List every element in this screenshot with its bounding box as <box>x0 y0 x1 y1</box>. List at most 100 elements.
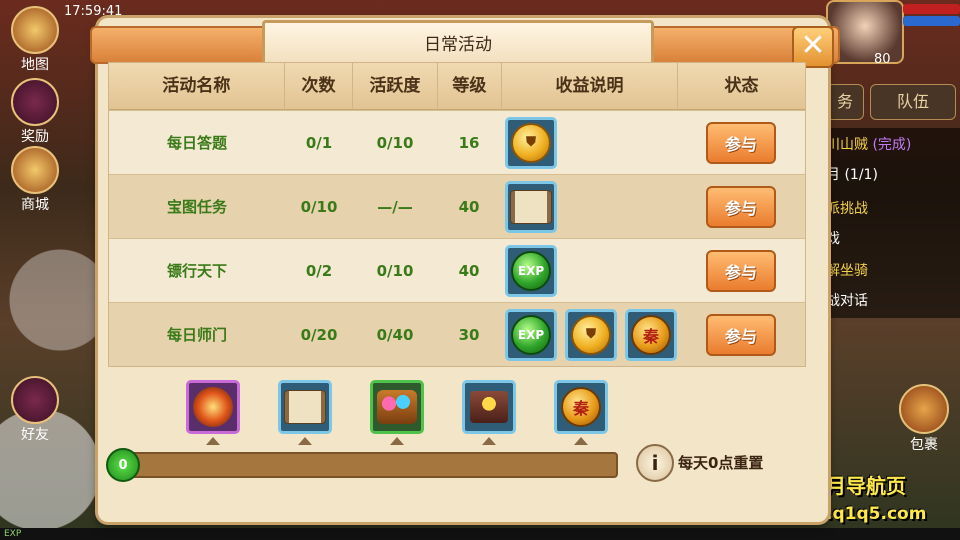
tab-tasks[interactable]: 务 <box>826 84 864 120</box>
status-cell: 参与 <box>677 175 805 238</box>
reset-note: 每天0点重置 <box>678 454 764 472</box>
qin-coin-icon: 秦 <box>631 314 671 355</box>
reward-slot[interactable] <box>505 180 557 233</box>
quest-item[interactable]: 月 (1/1) <box>826 164 878 184</box>
bag-button[interactable]: 包裹 <box>896 384 952 454</box>
gold-coin-icon: ⛊ <box>571 314 611 355</box>
activity-chest[interactable] <box>462 380 516 445</box>
progress-marker <box>390 437 404 445</box>
reward-list: EXP ⛊ 秦 <box>501 303 677 366</box>
tab-team[interactable]: 队伍 <box>870 84 956 120</box>
activity-points: 0/10 <box>376 133 414 152</box>
join-button[interactable]: 参与 <box>706 249 776 292</box>
quest-item[interactable]: 解坐骑 <box>826 260 868 280</box>
reward-slot[interactable]: ⛊ <box>565 308 617 361</box>
map-icon <box>11 6 59 54</box>
join-button[interactable]: 参与 <box>706 121 776 164</box>
bag-label: 包裹 <box>910 437 938 453</box>
gold-coin-icon: ⛊ <box>511 122 551 163</box>
exp-strip: EXP <box>0 528 960 540</box>
exp-orb-icon: EXP <box>511 250 551 291</box>
bag-icon <box>899 384 949 434</box>
activity-points: 0/40 <box>376 325 414 344</box>
reward-button[interactable]: 奖励 <box>4 78 66 146</box>
map-button[interactable]: 地图 <box>4 6 66 74</box>
quest-item[interactable]: 戏 <box>826 228 840 248</box>
table-header: 活动名称 次数 活跃度 等级 收益说明 状态 <box>109 63 805 110</box>
activity-chest[interactable]: 秦 <box>554 380 608 445</box>
quest-item[interactable]: 川山贼 (完成) <box>826 134 911 154</box>
activity-count: 0/10 <box>300 197 338 216</box>
title-bar: 日常活动 ✕ <box>90 20 840 70</box>
activity-count: 0/2 <box>305 261 333 280</box>
reward-list: ⛊ <box>501 111 677 174</box>
activity-level: 16 <box>458 133 480 152</box>
status-cell: 参与 <box>677 239 805 302</box>
reward-list <box>501 175 677 238</box>
progress-marker <box>206 437 220 445</box>
status-cell: 参与 <box>677 303 805 366</box>
reward-label: 奖励 <box>21 129 49 145</box>
activity-name: 每日答题 <box>166 134 227 152</box>
clock: 17:59:41 <box>64 4 123 19</box>
status-cell: 参与 <box>677 111 805 174</box>
activity-points-badge: 0 <box>106 448 140 482</box>
shop-label: 商城 <box>21 197 49 213</box>
activity-count: 0/1 <box>305 133 333 152</box>
activity-chest[interactable] <box>370 380 424 445</box>
daily-activity-dialog: 日常活动 ✕ 活动名称 次数 活跃度 等级 收益说明 状态 每日答题 0/1 0… <box>90 18 840 522</box>
reward-slot[interactable]: EXP <box>505 308 557 361</box>
quest-item[interactable]: 派挑战 <box>826 198 868 218</box>
column-header: 等级 <box>438 63 503 109</box>
column-header: 活动名称 <box>109 63 285 109</box>
column-header: 活跃度 <box>353 63 438 109</box>
activity-name: 宝图任务 <box>166 198 227 216</box>
join-button[interactable]: 参与 <box>706 313 776 356</box>
quest-item[interactable]: 战对话 <box>826 290 868 310</box>
gem-chest-icon <box>377 390 417 424</box>
activity-level: 40 <box>458 261 480 280</box>
activity-chest[interactable] <box>186 380 240 445</box>
table-row: 每日师门 0/20 0/40 30 EXP ⛊ 秦 参与 <box>109 302 805 366</box>
activity-chest[interactable] <box>278 380 332 445</box>
activity-table: 活动名称 次数 活跃度 等级 收益说明 状态 每日答题 0/1 0/10 16 … <box>108 62 806 367</box>
reward-list: EXP <box>501 239 677 302</box>
player-level: 80 <box>874 52 891 67</box>
reward-slot[interactable]: EXP <box>505 244 557 297</box>
activity-points: —/— <box>377 197 413 216</box>
activity-name: 镖行天下 <box>166 262 227 280</box>
reward-slot[interactable]: 秦 <box>625 308 677 361</box>
info-icon[interactable]: i <box>636 444 674 482</box>
reward-slot[interactable]: ⛊ <box>505 116 557 169</box>
exp-orb-icon: EXP <box>511 314 551 355</box>
progress-marker <box>298 437 312 445</box>
progress-marker <box>574 437 588 445</box>
close-icon: ✕ <box>800 28 826 63</box>
table-row: 镖行天下 0/2 0/10 40 EXP 参与 <box>109 238 805 302</box>
mp-bar <box>903 16 960 26</box>
column-header: 收益说明 <box>502 63 678 109</box>
scroll-chest-icon <box>284 390 326 424</box>
table-row: 每日答题 0/1 0/10 16 ⛊ 参与 <box>109 110 805 174</box>
activity-count: 0/20 <box>300 325 338 344</box>
activity-progress-bar <box>110 452 618 478</box>
table-row: 宝图任务 0/10 —/— 40 参与 <box>109 174 805 238</box>
reward-icon <box>11 78 59 126</box>
scroll-icon <box>510 189 552 224</box>
shop-button[interactable]: 商城 <box>4 146 66 214</box>
column-header: 状态 <box>724 76 759 96</box>
friends-button[interactable]: 好友 <box>4 376 66 444</box>
join-button[interactable]: 参与 <box>706 185 776 228</box>
activity-points: 0/10 <box>376 261 414 280</box>
orb-box-chest-icon <box>470 391 508 423</box>
friends-label: 好友 <box>21 427 49 443</box>
activity-level: 30 <box>458 325 480 344</box>
activity-name: 每日师门 <box>166 326 227 344</box>
map-label: 地图 <box>21 57 49 73</box>
progress-marker <box>482 437 496 445</box>
column-header: 次数 <box>285 63 354 109</box>
activity-level: 40 <box>458 197 480 216</box>
shop-icon <box>11 146 59 194</box>
qin-coin-chest-icon: 秦 <box>561 387 601 427</box>
hp-bar <box>903 4 960 14</box>
